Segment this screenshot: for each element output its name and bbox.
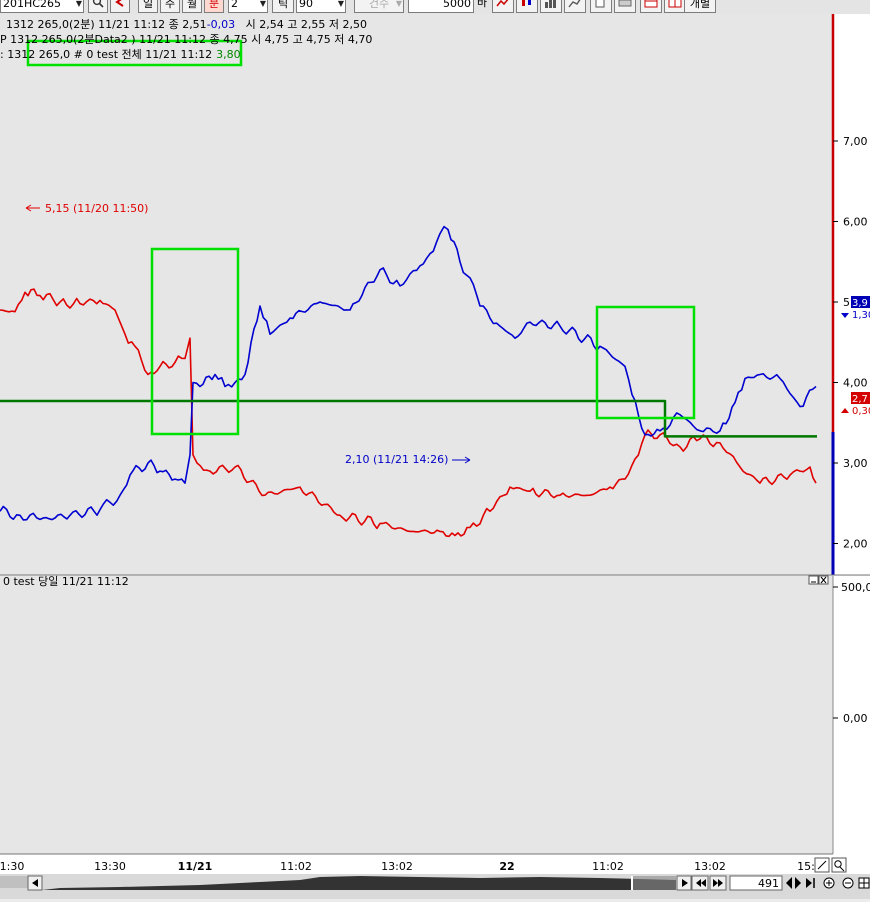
chevron-down-icon: ▼ [337, 0, 344, 8]
symbol-select[interactable]: 201HC265 ▼ [0, 0, 84, 13]
navigator-track [0, 876, 28, 888]
toolbar: 201HC265 ▼ 일 주 월 분 2 ▼ 틱 90 ▼ 건수 ▼ 5000 바 개별 [0, 0, 870, 14]
x-tick-label: 22 [499, 860, 514, 873]
chevron-down-icon: ▼ [75, 0, 82, 8]
candle-button[interactable] [516, 0, 538, 13]
x-axis-background [0, 854, 870, 874]
search-icon[interactable] [831, 857, 847, 873]
legend-line3: : 1312 265,0 # 0 test 전체 11/21 11:12 3,80 [0, 48, 241, 61]
bar-label: 바 [476, 0, 488, 9]
annotation-high: 5,15 (11/20 11:50) [25, 202, 148, 215]
split-button[interactable]: 개별 [684, 0, 716, 13]
x-tick-label: 11:02 [592, 860, 624, 873]
svg-text:1,30: 1,30 [852, 310, 870, 321]
svg-text:0,30: 0,30 [852, 406, 870, 417]
navigator-window[interactable] [632, 876, 676, 890]
search-button[interactable] [88, 0, 108, 13]
lower-axis-zero: 0,00 [843, 712, 868, 725]
legend-line2: P 1312 265,0(2분Data2 ) 11/21 11:12 종 4,7… [0, 33, 372, 46]
count-mode-select[interactable]: 건수 ▼ [354, 0, 404, 13]
grid-button[interactable] [664, 0, 686, 13]
candle-icon [522, 0, 531, 6]
zoom-button[interactable] [814, 857, 830, 873]
back-icon [115, 0, 124, 7]
svg-text:3,9: 3,9 [852, 298, 868, 309]
x-tick-label: 1:30 [0, 860, 24, 873]
page-forward-button[interactable] [709, 875, 727, 891]
legend-line1: 1312 265,0(2분) 11/21 11:12 종 2,51-0,03 시… [6, 18, 367, 31]
lower-axis-top: 500,0 [841, 581, 870, 594]
copy-button[interactable] [590, 0, 612, 13]
lower-plot-background [0, 576, 833, 854]
bar-count-input[interactable]: 5000 [408, 0, 474, 13]
bar-chart-icon [545, 0, 556, 8]
x-tick-label: 11:02 [280, 860, 312, 873]
grid-icon [668, 0, 682, 8]
print-icon [618, 0, 632, 7]
table-button[interactable] [640, 0, 662, 13]
chevron-down-icon: ▼ [259, 0, 266, 8]
zoom-in-icon[interactable] [823, 877, 835, 889]
table-icon [644, 0, 658, 8]
tab-minute[interactable]: 분 [204, 0, 224, 13]
x-tick-label: 15: [797, 860, 815, 873]
lower-panel-title: 0 test 당일 11/21 11:12 [3, 574, 129, 588]
scroll-right-button[interactable] [676, 875, 692, 891]
zoom-out-icon[interactable] [842, 877, 854, 889]
back-button[interactable] [110, 0, 130, 13]
x-tick-label: 13:30 [94, 860, 126, 873]
y-tick-label: 2,00 [843, 538, 868, 551]
chart-svg: 7,006,005,004,003,002,001,00 1312 265,0(… [0, 14, 870, 899]
x-tick-label: 13:02 [381, 860, 413, 873]
y-tick-label: 3,00 [843, 457, 868, 470]
svg-text:2,7: 2,7 [852, 394, 868, 405]
tab-week[interactable]: 주 [160, 0, 180, 13]
tab-month[interactable]: 월 [182, 0, 202, 13]
interval-select[interactable]: 2 ▼ [228, 0, 268, 13]
line-chart-icon [568, 0, 581, 8]
tab-tick[interactable]: 틱 [272, 0, 294, 13]
tab-day[interactable]: 일 [138, 0, 158, 13]
draw-button[interactable] [492, 0, 514, 13]
page-back-button[interactable] [691, 875, 709, 891]
tick-select[interactable]: 90 ▼ [296, 0, 346, 13]
panel-min-button[interactable] [808, 575, 819, 585]
y-tick-label: 4,00 [843, 377, 868, 390]
x-tick-label: 13:02 [694, 860, 726, 873]
panel-close-button[interactable] [818, 575, 829, 585]
svg-text:2,10 (11/21 14:26): 2,10 (11/21 14:26) [345, 453, 448, 466]
right-axis-background [833, 14, 870, 575]
y-tick-label: 6,00 [843, 216, 868, 229]
svg-text:5,15 (11/20 11:50): 5,15 (11/20 11:50) [45, 202, 148, 215]
copy-icon [595, 0, 605, 8]
x-tick-label: 11/21 [178, 860, 213, 873]
fit-icon[interactable] [858, 877, 870, 889]
chevron-down-icon: ▼ [395, 0, 402, 8]
line-chart-button[interactable] [564, 0, 586, 13]
trend-icon [496, 0, 509, 7]
bar-chart-button[interactable] [540, 0, 562, 13]
print-button[interactable] [614, 0, 636, 13]
count-value: 491 [758, 877, 779, 890]
y-tick-label: 7,00 [843, 135, 868, 148]
main-plot-background [0, 14, 833, 575]
scroll-left-button[interactable] [27, 875, 43, 891]
search-icon [92, 0, 104, 8]
chart-area: 7,006,005,004,003,002,001,00 1312 265,0(… [0, 14, 870, 899]
